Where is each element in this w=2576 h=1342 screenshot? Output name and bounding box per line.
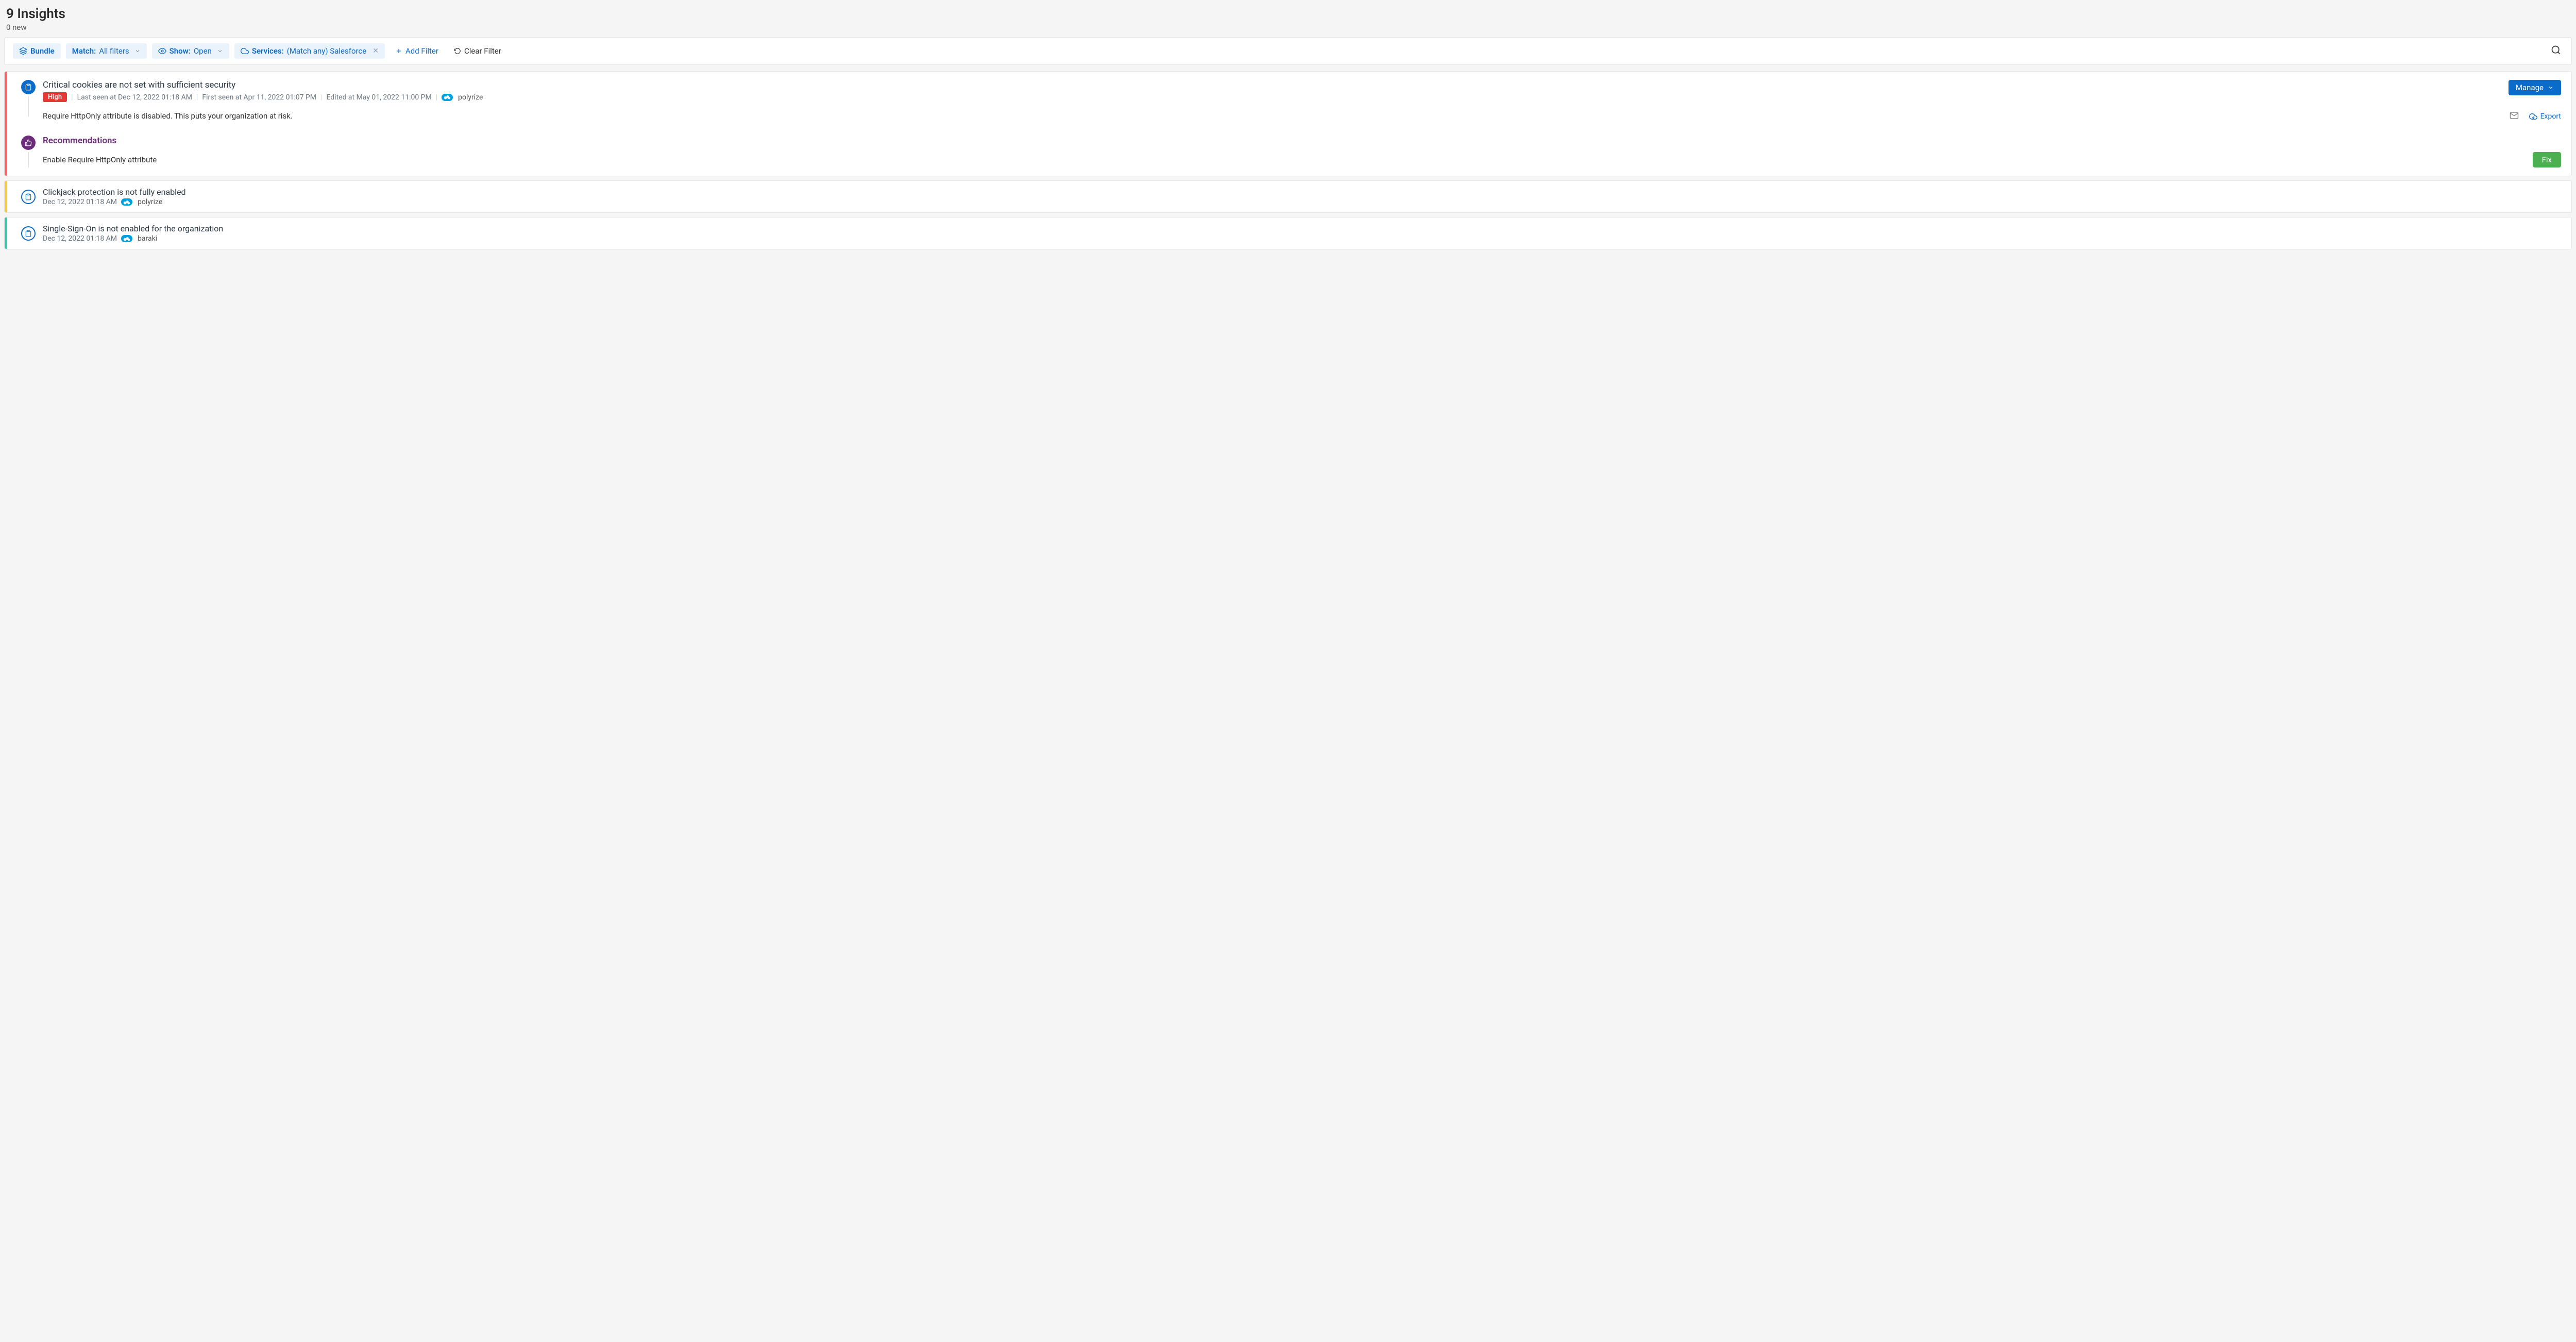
insight-title: Critical cookies are not set with suffic… — [43, 80, 2501, 90]
insight-meta: Dec 12, 2022 01:18 AM baraki — [43, 234, 2561, 243]
services-value: (Match any) Salesforce — [287, 46, 367, 56]
insight-meta: High | Last seen at Dec 12, 2022 01:18 A… — [43, 92, 2501, 102]
insight-title: Clickjack protection is not fully enable… — [43, 187, 2561, 197]
service-name: polyrize — [458, 93, 483, 102]
severity-stripe — [5, 217, 7, 249]
page-header: 9 Insights 0 new — [4, 4, 2572, 37]
fix-label: Fix — [2542, 155, 2552, 164]
recommendation-text: Enable Require HttpOnly attribute — [43, 155, 2526, 164]
clipboard-icon — [21, 190, 36, 204]
chevron-down-icon — [217, 48, 223, 54]
mail-button[interactable] — [2510, 111, 2519, 122]
thumbs-up-icon — [21, 136, 36, 150]
page-title: 9 Insights — [6, 6, 2570, 22]
add-filter-button[interactable]: Add Filter — [390, 43, 444, 59]
bundle-chip[interactable]: Bundle — [13, 43, 61, 59]
chevron-down-icon — [134, 48, 141, 54]
severity-badge: High — [43, 92, 67, 102]
eye-icon — [158, 47, 166, 55]
services-label: Services: — [252, 46, 284, 56]
last-seen: Last seen at Dec 12, 2022 01:18 AM — [77, 93, 192, 102]
clipboard-icon — [21, 80, 36, 94]
search-button[interactable] — [2549, 43, 2563, 59]
clipboard-icon — [21, 226, 36, 241]
insight-title: Single-Sign-On is not enabled for the or… — [43, 224, 2561, 233]
insight-card[interactable]: Clickjack protection is not fully enable… — [4, 180, 2572, 213]
match-label: Match: — [72, 46, 96, 56]
mail-icon — [2510, 111, 2519, 120]
connector-line — [28, 96, 29, 117]
show-value: Open — [194, 46, 212, 56]
show-chip[interactable]: Show: Open — [152, 43, 229, 59]
export-label: Export — [2540, 112, 2561, 121]
service-name: baraki — [138, 234, 157, 243]
cloud-icon — [241, 47, 249, 55]
clear-filter-label: Clear Filter — [464, 46, 501, 56]
insight-meta: Dec 12, 2022 01:18 AM polyrize — [43, 198, 2561, 206]
first-seen: First seen at Apr 11, 2022 01:07 PM — [202, 93, 316, 102]
salesforce-icon — [121, 198, 132, 206]
fix-button[interactable]: Fix — [2533, 152, 2561, 167]
chevron-down-icon — [2548, 85, 2554, 91]
show-label: Show: — [170, 46, 191, 56]
service-name: polyrize — [138, 198, 162, 206]
icon-column — [21, 80, 36, 117]
timestamp: Dec 12, 2022 01:18 AM — [43, 198, 117, 206]
page-subtitle: 0 new — [6, 23, 2570, 32]
close-icon[interactable]: ✕ — [372, 47, 379, 55]
search-icon — [2551, 45, 2561, 55]
severity-stripe — [5, 181, 7, 212]
timestamp: Dec 12, 2022 01:18 AM — [43, 234, 117, 243]
severity-stripe — [5, 72, 7, 176]
salesforce-icon — [121, 235, 132, 242]
insight-card[interactable]: Single-Sign-On is not enabled for the or… — [4, 217, 2572, 249]
clear-filter-button[interactable]: Clear Filter — [449, 43, 506, 59]
insight-card[interactable]: Critical cookies are not set with suffic… — [4, 71, 2572, 176]
export-button[interactable]: Export — [2529, 112, 2561, 121]
layers-icon — [19, 47, 27, 55]
manage-button[interactable]: Manage — [2509, 80, 2561, 95]
filter-bar: Bundle Match: All filters Show: Open Ser… — [4, 37, 2572, 65]
icon-column — [21, 136, 36, 167]
services-chip[interactable]: Services: (Match any) Salesforce ✕ — [234, 43, 385, 59]
add-filter-label: Add Filter — [405, 46, 438, 56]
connector-line — [28, 152, 29, 167]
salesforce-icon — [442, 94, 453, 101]
match-value: All filters — [99, 46, 129, 56]
cloud-download-icon — [2529, 112, 2537, 121]
manage-label: Manage — [2516, 83, 2544, 92]
insight-description: Require HttpOnly attribute is disabled. … — [43, 111, 2501, 121]
edited-at: Edited at May 01, 2022 11:00 PM — [326, 93, 431, 102]
undo-icon — [454, 47, 461, 55]
recommendations-header: Recommendations — [43, 136, 2526, 146]
bundle-label: Bundle — [30, 46, 55, 56]
plus-icon — [395, 47, 402, 55]
match-chip[interactable]: Match: All filters — [66, 43, 147, 59]
